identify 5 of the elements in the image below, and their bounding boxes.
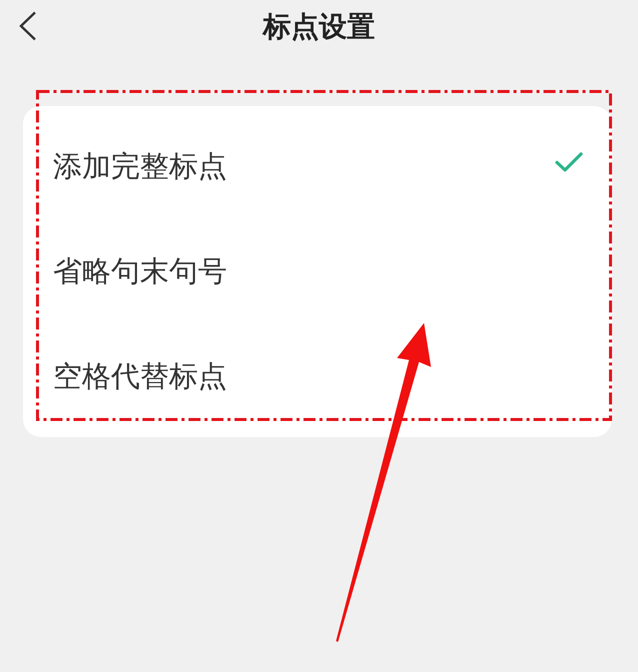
- option-item[interactable]: 添加完整标点: [23, 114, 612, 219]
- option-item[interactable]: 空格代替标点: [23, 324, 612, 429]
- option-item[interactable]: 省略句末句号: [23, 219, 612, 324]
- page-title: 标点设置: [263, 8, 375, 44]
- back-icon[interactable]: [18, 11, 38, 41]
